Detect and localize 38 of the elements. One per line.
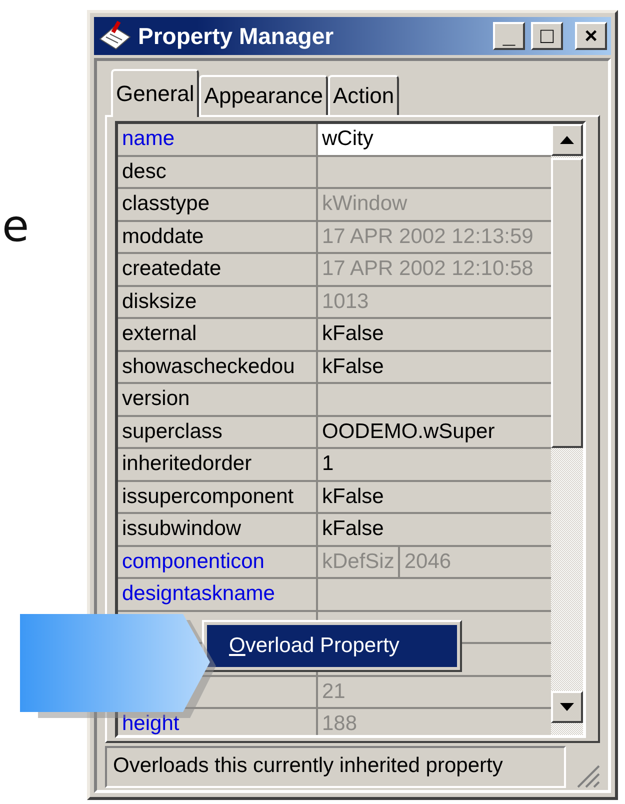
property-name[interactable]: desc (118, 156, 318, 187)
slide-text: e (2, 205, 30, 249)
property-value[interactable]: kFalse (318, 352, 551, 382)
property-name[interactable]: showascheckedou (118, 352, 318, 382)
property-name[interactable]: version (118, 384, 318, 414)
property-value[interactable]: wCity (318, 124, 551, 154)
tab[interactable]: Appearance (199, 75, 328, 115)
menu-item[interactable]: Overload Property (207, 625, 457, 667)
down-triangle-icon (560, 703, 574, 711)
property-value[interactable]: kFalse (318, 482, 551, 512)
tab[interactable]: Action (328, 75, 400, 115)
property-name[interactable]: superclass (118, 416, 318, 447)
scrollbar[interactable] (551, 124, 583, 735)
minimize-button[interactable]: _ (493, 22, 525, 50)
property-value[interactable]: 1 (318, 449, 551, 480)
up-triangle-icon (560, 136, 574, 144)
property-name[interactable]: createdate (118, 254, 318, 284)
property-name[interactable]: issubwindow (118, 514, 318, 544)
scroll-thumb[interactable] (551, 158, 583, 448)
window-title: Property Manager (138, 22, 335, 50)
property-value[interactable]: kFalse (318, 514, 551, 544)
maximize-button[interactable]: □ (531, 22, 563, 50)
property-name[interactable]: moddate (118, 222, 318, 252)
property-name[interactable]: classtype (118, 189, 318, 220)
property-value[interactable]: kFalse (318, 319, 551, 350)
scroll-down-button[interactable] (551, 691, 583, 723)
property-name[interactable]: inheritedorder (118, 449, 318, 480)
property-name[interactable]: issupercomponent (118, 482, 318, 512)
property-name[interactable]: componenticon (118, 546, 318, 577)
property-name[interactable]: designtaskname (118, 579, 318, 610)
property-name[interactable]: external (118, 319, 318, 350)
status-bar: Overloads this currently inherited property (105, 746, 566, 788)
property-name[interactable]: disksize (118, 286, 318, 317)
scroll-up-button[interactable] (551, 124, 583, 156)
close-button[interactable]: × (575, 22, 607, 50)
tab[interactable]: General (111, 69, 200, 117)
notepad-pencil-icon (98, 21, 132, 51)
property-value[interactable]: OODEMO.wSuper (318, 416, 551, 447)
